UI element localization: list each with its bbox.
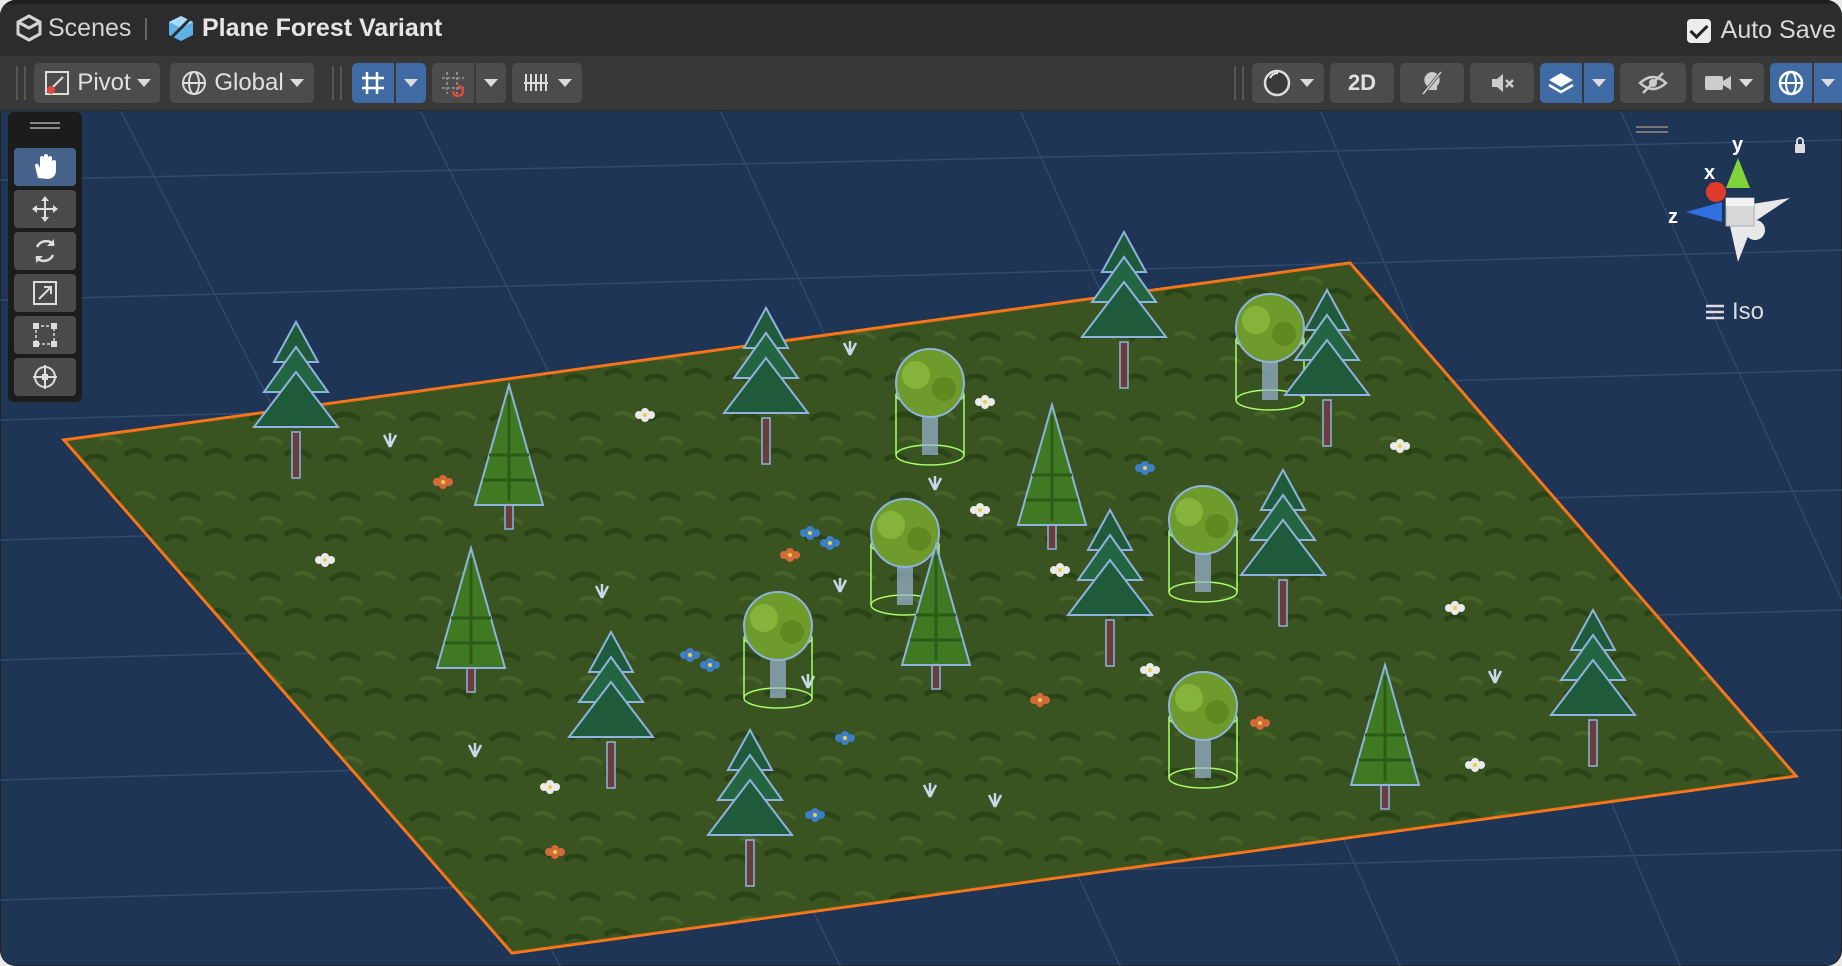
gizmo-grip[interactable] [1636, 126, 1668, 128]
breadcrumb-separator [145, 18, 147, 40]
increment-snap-icon [442, 72, 465, 97]
projection-toggle[interactable]: Iso [1704, 298, 1764, 326]
auto-save-label: Auto Save [1720, 16, 1836, 44]
rotate-tool-button[interactable] [14, 232, 76, 270]
prefab-variant-icon [168, 15, 194, 41]
bush-tree[interactable] [743, 591, 813, 709]
effects-icon [1548, 73, 1574, 94]
bush-tree[interactable] [895, 348, 965, 466]
increment-snapping-dropdown[interactable] [476, 63, 506, 103]
scale-icon [33, 281, 57, 305]
global-label: Global [214, 69, 284, 96]
pivot-dropdown[interactable]: Pivot [34, 63, 160, 103]
breadcrumb-current[interactable]: Plane Forest Variant [166, 10, 442, 46]
menu-icon [1706, 304, 1724, 320]
unity-icon [16, 14, 42, 42]
bush-tree[interactable] [1168, 671, 1238, 789]
grid-visibility-dropdown[interactable] [512, 63, 582, 103]
chevron-down-icon [1821, 79, 1835, 87]
audio-toggle[interactable] [1470, 63, 1534, 103]
axis-label-y: y [1732, 134, 1744, 156]
breadcrumb-root[interactable]: Scenes [16, 10, 131, 46]
overlay-grip[interactable] [30, 122, 60, 124]
chevron-down-icon [136, 79, 151, 87]
camera-icon [1705, 76, 1731, 90]
bush-tree[interactable] [1168, 485, 1238, 603]
hand-icon [35, 154, 56, 179]
lightbulb-off-icon [1421, 71, 1443, 95]
effects-dropdown[interactable] [1584, 63, 1614, 103]
projection-label: Iso [1732, 298, 1765, 325]
two-d-toggle[interactable]: 2D [1330, 63, 1394, 103]
scale-tool-button[interactable] [14, 274, 76, 312]
transform-tool-button[interactable] [14, 358, 76, 396]
scene-visibility-toggle[interactable] [1620, 63, 1686, 103]
globe-icon [182, 71, 207, 95]
grid-snapping-button[interactable] [352, 63, 394, 103]
scene-toolbar: Pivot Global 2D [0, 56, 1842, 111]
chevron-down-icon [1300, 79, 1314, 87]
shaded-sphere-icon [1263, 69, 1291, 97]
toolbar-grip[interactable] [16, 66, 26, 100]
shading-mode-dropdown[interactable] [1252, 63, 1324, 103]
pivot-label: Pivot [77, 69, 131, 96]
breadcrumb-root-label: Scenes [48, 13, 132, 42]
chevron-down-icon [289, 79, 304, 87]
lighting-toggle[interactable] [1400, 63, 1464, 103]
two-d-label: 2D [1347, 70, 1377, 95]
gizmos-toggle[interactable] [1770, 63, 1812, 103]
pivot-icon [45, 71, 70, 95]
axis-label-z: z [1668, 206, 1678, 228]
auto-save-checkbox[interactable] [1686, 18, 1711, 43]
grid-snapping-dropdown[interactable] [396, 63, 426, 103]
scene-canvas[interactable] [0, 109, 1842, 966]
title-bar: Scenes Plane Forest Variant Auto Save [0, 0, 1842, 56]
chevron-down-icon [484, 79, 498, 87]
increment-snapping-button[interactable] [432, 63, 474, 103]
chevron-down-icon [1739, 79, 1753, 87]
scene-view-window: Scenes Plane Forest Variant Auto Save Pi… [0, 0, 1842, 966]
tools-overlay [8, 112, 82, 402]
rotate-icon [35, 239, 55, 263]
global-dropdown[interactable]: Global [170, 63, 314, 103]
chevron-down-icon [558, 79, 572, 87]
grid-snap-icon [362, 72, 384, 94]
hand-tool-button[interactable] [14, 148, 76, 186]
axis-label-x: x [1704, 162, 1716, 184]
auto-save-toggle[interactable]: Auto Save [1686, 16, 1836, 45]
chevron-down-icon [404, 79, 418, 87]
ruler-icon [524, 74, 548, 91]
move-tool-button[interactable] [14, 190, 76, 228]
camera-dropdown[interactable] [1692, 63, 1764, 103]
scene-viewport[interactable] [0, 109, 1842, 966]
breadcrumb-current-label: Plane Forest Variant [202, 13, 443, 42]
effects-toggle[interactable] [1540, 63, 1582, 103]
gizmos-dropdown[interactable] [1814, 63, 1842, 103]
transform-icon [33, 365, 57, 389]
rect-transform-icon [33, 323, 57, 347]
eye-hidden-icon [1638, 72, 1668, 94]
toolbar-grip[interactable] [1234, 66, 1244, 100]
speaker-mute-icon [1492, 74, 1514, 92]
chevron-down-icon [1592, 79, 1606, 87]
toolbar-grip[interactable] [332, 66, 342, 100]
move-arrows-icon [32, 196, 58, 222]
orientation-gizmo[interactable]: y x z [1636, 126, 1820, 270]
rect-tool-button[interactable] [14, 316, 76, 354]
gizmo-sphere-icon [1778, 70, 1804, 96]
